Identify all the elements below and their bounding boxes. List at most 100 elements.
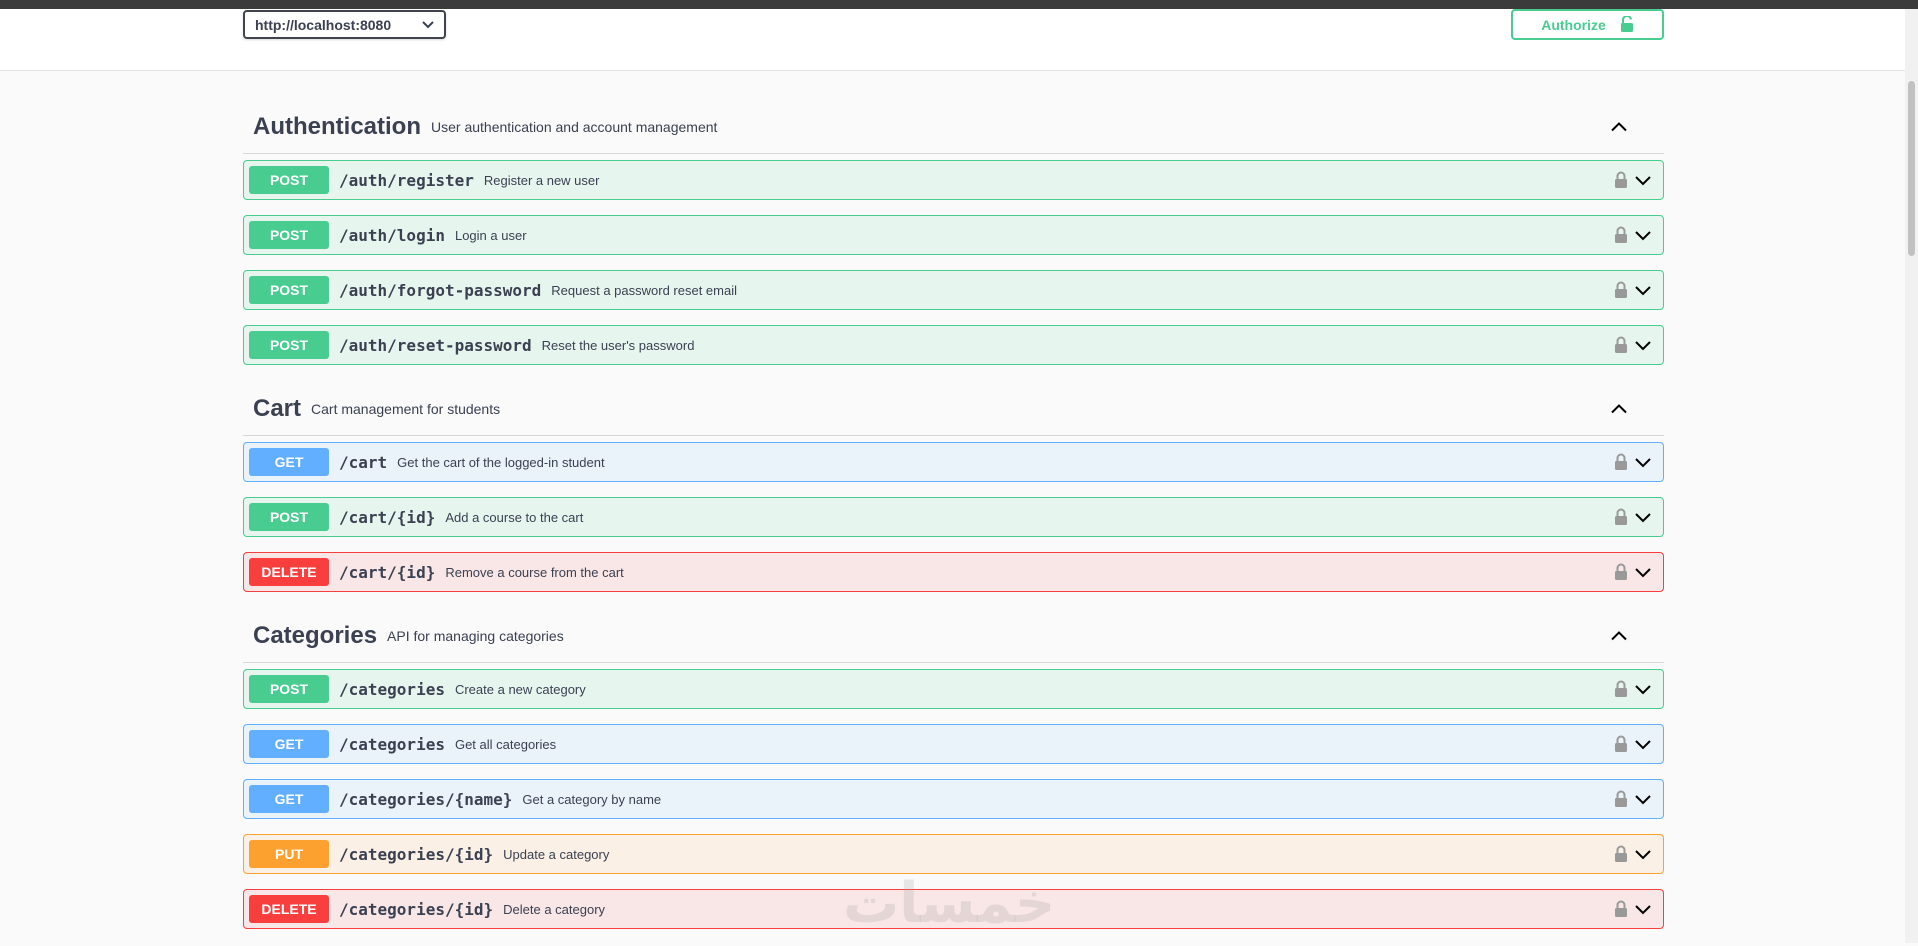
lock-icon[interactable] xyxy=(1614,680,1628,698)
chevron-down-icon[interactable] xyxy=(1634,285,1652,296)
chevron-down-icon[interactable] xyxy=(1634,684,1652,695)
scrollbar-thumb[interactable] xyxy=(1908,81,1915,256)
operation-path: /categories/{id} xyxy=(339,844,494,864)
operation-row[interactable]: POST /cart/{id} Add a course to the cart xyxy=(243,497,1664,537)
tag-section-categories: Categories API for managing categories P… xyxy=(243,609,1664,929)
method-badge: PUT xyxy=(249,840,329,868)
tag-header[interactable]: Cart Cart management for students xyxy=(243,382,1664,436)
chevron-up-icon[interactable] xyxy=(1610,403,1628,414)
tag-name: Authentication xyxy=(253,112,421,140)
operation-row[interactable]: POST /auth/login Login a user xyxy=(243,215,1664,255)
operation-summary: Request a password reset email xyxy=(551,282,737,298)
operation-path: /cart xyxy=(339,452,388,472)
operation-path: /auth/login xyxy=(339,225,445,245)
tag-section-authentication: Authentication User authentication and a… xyxy=(243,100,1664,365)
method-badge: POST xyxy=(249,331,329,359)
chevron-down-icon[interactable] xyxy=(1634,904,1652,915)
method-badge: POST xyxy=(249,503,329,531)
operation-summary: Login a user xyxy=(454,227,527,243)
unlock-icon xyxy=(1620,16,1634,33)
operation-row[interactable]: POST /auth/reset-password Reset the user… xyxy=(243,325,1664,365)
operation-row[interactable]: POST /auth/register Register a new user xyxy=(243,160,1664,200)
chevron-down-icon[interactable] xyxy=(1634,739,1652,750)
operations-content: Authentication User authentication and a… xyxy=(243,100,1664,946)
chevron-down-icon[interactable] xyxy=(1634,340,1652,351)
chevron-down-icon[interactable] xyxy=(1634,512,1652,523)
operation-path: /categories xyxy=(339,734,445,754)
operation-summary: Reset the user's password xyxy=(541,337,695,353)
lock-icon[interactable] xyxy=(1614,735,1628,753)
operation-icons xyxy=(1614,453,1652,471)
lock-icon[interactable] xyxy=(1614,790,1628,808)
method-badge: GET xyxy=(249,785,329,813)
chevron-down-icon[interactable] xyxy=(1634,567,1652,578)
method-badge: GET xyxy=(249,730,329,758)
chevron-down-icon[interactable] xyxy=(1634,849,1652,860)
server-select[interactable]: http://localhost:8080 xyxy=(243,10,446,39)
operation-summary: Get a category by name xyxy=(522,791,662,807)
operation-icons xyxy=(1614,508,1652,526)
operation-icons xyxy=(1614,900,1652,918)
tag-description: Cart management for students xyxy=(311,400,501,417)
operation-icons xyxy=(1614,171,1652,189)
tag-name: Cart xyxy=(253,394,302,422)
operation-path: /auth/register xyxy=(339,170,474,190)
operation-path: /auth/forgot-password xyxy=(339,280,542,300)
operation-summary: Delete a category xyxy=(503,901,606,917)
operation-row[interactable]: GET /categories Get all categories xyxy=(243,724,1664,764)
operation-row[interactable]: PUT /categories/{id} Update a category xyxy=(243,834,1664,874)
authorize-button[interactable]: Authorize xyxy=(1511,9,1664,40)
lock-icon[interactable] xyxy=(1614,900,1628,918)
page-scrollbar[interactable] xyxy=(1905,9,1918,943)
method-badge: POST xyxy=(249,675,329,703)
method-badge: POST xyxy=(249,276,329,304)
operation-summary: Add a course to the cart xyxy=(445,509,584,525)
lock-icon[interactable] xyxy=(1614,336,1628,354)
authorize-label: Authorize xyxy=(1541,16,1606,33)
lock-icon[interactable] xyxy=(1614,453,1628,471)
lock-icon[interactable] xyxy=(1614,563,1628,581)
chevron-down-icon[interactable] xyxy=(1634,175,1652,186)
lock-icon[interactable] xyxy=(1614,226,1628,244)
method-badge: POST xyxy=(249,166,329,194)
operation-icons xyxy=(1614,281,1652,299)
chevron-up-icon[interactable] xyxy=(1610,630,1628,641)
tag-header[interactable]: Authentication User authentication and a… xyxy=(243,100,1664,154)
lock-icon[interactable] xyxy=(1614,171,1628,189)
chevron-down-icon[interactable] xyxy=(1634,457,1652,468)
operation-icons xyxy=(1614,336,1652,354)
operation-row[interactable]: POST /categories Create a new category xyxy=(243,669,1664,709)
operation-path: /cart/{id} xyxy=(339,562,436,582)
tag-header[interactable]: Categories API for managing categories xyxy=(243,609,1664,663)
operation-icons xyxy=(1614,563,1652,581)
operation-row[interactable]: GET /cart Get the cart of the logged-in … xyxy=(243,442,1664,482)
operation-row[interactable]: DELETE /categories/{id} Delete a categor… xyxy=(243,889,1664,929)
operation-icons xyxy=(1614,845,1652,863)
lock-icon[interactable] xyxy=(1614,508,1628,526)
operation-icons xyxy=(1614,680,1652,698)
chevron-up-icon[interactable] xyxy=(1610,121,1628,132)
tag-description: API for managing categories xyxy=(387,627,564,644)
tag-description: User authentication and account manageme… xyxy=(431,118,718,135)
swagger-header: http://localhost:8080 Authorize xyxy=(0,9,1905,71)
browser-top-strip xyxy=(0,0,1918,9)
operation-row[interactable]: GET /categories/{name} Get a category by… xyxy=(243,779,1664,819)
operation-path: /categories/{name} xyxy=(339,789,513,809)
operation-path: /auth/reset-password xyxy=(339,335,532,355)
chevron-down-icon xyxy=(422,20,434,29)
operation-row[interactable]: POST /auth/forgot-password Request a pas… xyxy=(243,270,1664,310)
operation-summary: Register a new user xyxy=(483,172,600,188)
operation-icons xyxy=(1614,226,1652,244)
server-url: http://localhost:8080 xyxy=(255,16,392,33)
operation-path: /categories/{id} xyxy=(339,899,494,919)
chevron-down-icon[interactable] xyxy=(1634,794,1652,805)
operation-row[interactable]: DELETE /cart/{id} Remove a course from t… xyxy=(243,552,1664,592)
operation-summary: Update a category xyxy=(503,846,610,862)
method-badge: POST xyxy=(249,221,329,249)
method-badge: DELETE xyxy=(249,895,329,923)
lock-icon[interactable] xyxy=(1614,281,1628,299)
operation-summary: Create a new category xyxy=(454,681,586,697)
chevron-down-icon[interactable] xyxy=(1634,230,1652,241)
lock-icon[interactable] xyxy=(1614,845,1628,863)
operation-icons xyxy=(1614,790,1652,808)
